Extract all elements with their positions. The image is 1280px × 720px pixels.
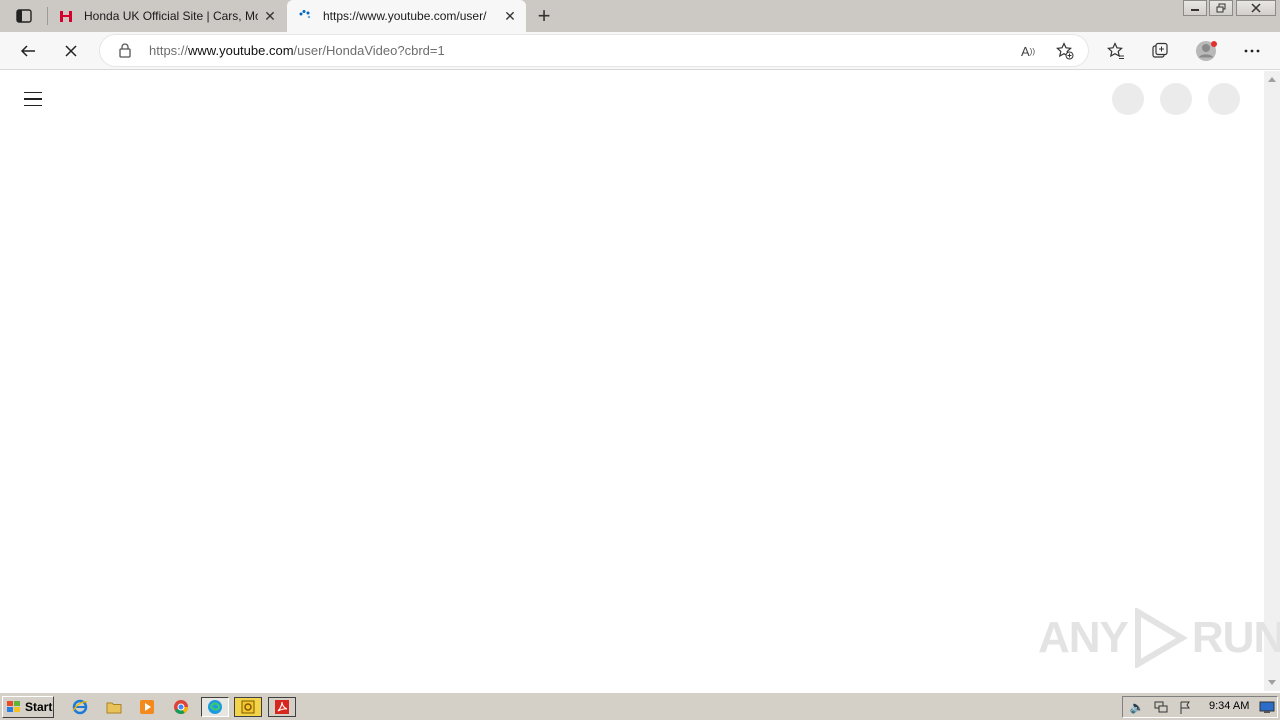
chrome-launch-button[interactable] xyxy=(170,697,192,717)
minimize-icon xyxy=(1191,9,1199,11)
collections-icon xyxy=(1152,42,1168,58)
placeholder-avatar xyxy=(1208,83,1240,115)
window-restore-button[interactable] xyxy=(1209,0,1233,16)
tab-title: https://www.youtube.com/user/ xyxy=(323,9,487,23)
address-bar[interactable]: https://www.youtube.com/user/HondaVideo?… xyxy=(100,35,1088,66)
start-button[interactable]: Start xyxy=(2,696,54,718)
scroll-down-icon[interactable] xyxy=(1268,680,1276,685)
honda-h-icon xyxy=(58,9,74,23)
edge-icon xyxy=(208,700,222,714)
stop-loading-button[interactable] xyxy=(57,37,85,65)
favorites-button[interactable] xyxy=(1102,37,1130,65)
acrobat-icon xyxy=(275,700,289,714)
star-add-icon xyxy=(1056,42,1074,60)
placeholder-avatar xyxy=(1160,83,1192,115)
read-aloud-button[interactable]: A)) xyxy=(1017,40,1039,62)
tab-title: Honda UK Official Site | Cars, Mo xyxy=(84,9,258,23)
more-dots-icon xyxy=(1244,49,1260,53)
settings-more-button[interactable] xyxy=(1238,37,1266,65)
read-aloud-icon: A xyxy=(1021,43,1030,59)
ie-launch-button[interactable] xyxy=(69,697,91,717)
edge-taskbar-button[interactable] xyxy=(201,697,229,717)
vertical-scrollbar[interactable] xyxy=(1264,71,1280,691)
action-center-flag-icon[interactable] xyxy=(1177,700,1193,714)
loading-spinner-icon xyxy=(297,9,313,23)
tab-youtube[interactable]: https://www.youtube.com/user/ ✕ xyxy=(287,0,526,32)
window-close-button[interactable] xyxy=(1236,0,1276,16)
tab-actions-icon xyxy=(16,9,32,23)
system-tray: 🔈 9:34 AM xyxy=(1122,696,1278,718)
show-desktop-icon[interactable] xyxy=(1259,700,1275,714)
clock[interactable]: 9:34 AM xyxy=(1209,700,1249,712)
scroll-up-icon[interactable] xyxy=(1268,77,1276,82)
profile-button[interactable] xyxy=(1192,37,1220,65)
favorites-icon xyxy=(1107,42,1124,59)
chrome-icon xyxy=(174,700,188,714)
windows-logo-icon xyxy=(7,701,20,712)
taskbar: Start 🔈 9:34 AM xyxy=(0,692,1280,720)
url-scheme: https:// xyxy=(149,43,189,58)
web-page-content xyxy=(0,71,1264,691)
lock-icon[interactable] xyxy=(118,43,132,58)
explorer-launch-button[interactable] xyxy=(103,697,125,717)
media-player-launch-button[interactable] xyxy=(136,697,158,717)
watermark-text-left: ANY xyxy=(1038,613,1129,662)
close-icon xyxy=(1251,3,1261,13)
network-icon[interactable] xyxy=(1153,700,1169,714)
window-minimize-button[interactable] xyxy=(1183,0,1207,16)
media-player-icon xyxy=(140,700,154,714)
mail-app-icon xyxy=(241,700,255,714)
start-label: Start xyxy=(25,700,53,714)
collections-button[interactable] xyxy=(1146,37,1174,65)
browser-toolbar: https://www.youtube.com/user/HondaVideo?… xyxy=(0,32,1280,70)
url-text[interactable]: https://www.youtube.com/user/HondaVideo?… xyxy=(149,43,445,59)
url-host: www.youtube.com xyxy=(188,43,294,58)
new-tab-button[interactable]: + xyxy=(532,4,556,28)
tab-actions-button[interactable] xyxy=(8,6,40,26)
url-path: /user/HondaVideo?cbrd=1 xyxy=(293,43,445,58)
tab-close-icon[interactable]: ✕ xyxy=(502,8,518,24)
acrobat-launch-button[interactable] xyxy=(268,697,296,717)
placeholder-avatar xyxy=(1112,83,1144,115)
internet-explorer-icon xyxy=(72,699,88,715)
tab-strip: Honda UK Official Site | Cars, Mo ✕ http… xyxy=(0,0,1280,32)
play-logo-icon xyxy=(1134,608,1188,668)
add-favorite-button[interactable] xyxy=(1054,40,1076,62)
anyrun-watermark: ANY RUN xyxy=(1038,606,1280,670)
outlook-launch-button[interactable] xyxy=(234,697,262,717)
tab-honda[interactable]: Honda UK Official Site | Cars, Mo ✕ xyxy=(48,0,286,32)
tab-close-icon[interactable]: ✕ xyxy=(262,8,278,24)
back-button[interactable] xyxy=(14,37,42,65)
menu-hamburger-icon[interactable] xyxy=(24,89,48,109)
watermark-text-right: RUN xyxy=(1191,613,1280,662)
volume-icon[interactable]: 🔈 xyxy=(1129,700,1145,714)
folder-icon xyxy=(106,702,122,714)
back-arrow-icon xyxy=(20,45,35,57)
avatar xyxy=(1196,41,1217,61)
stop-icon xyxy=(65,45,77,57)
restore-icon xyxy=(1216,3,1226,13)
